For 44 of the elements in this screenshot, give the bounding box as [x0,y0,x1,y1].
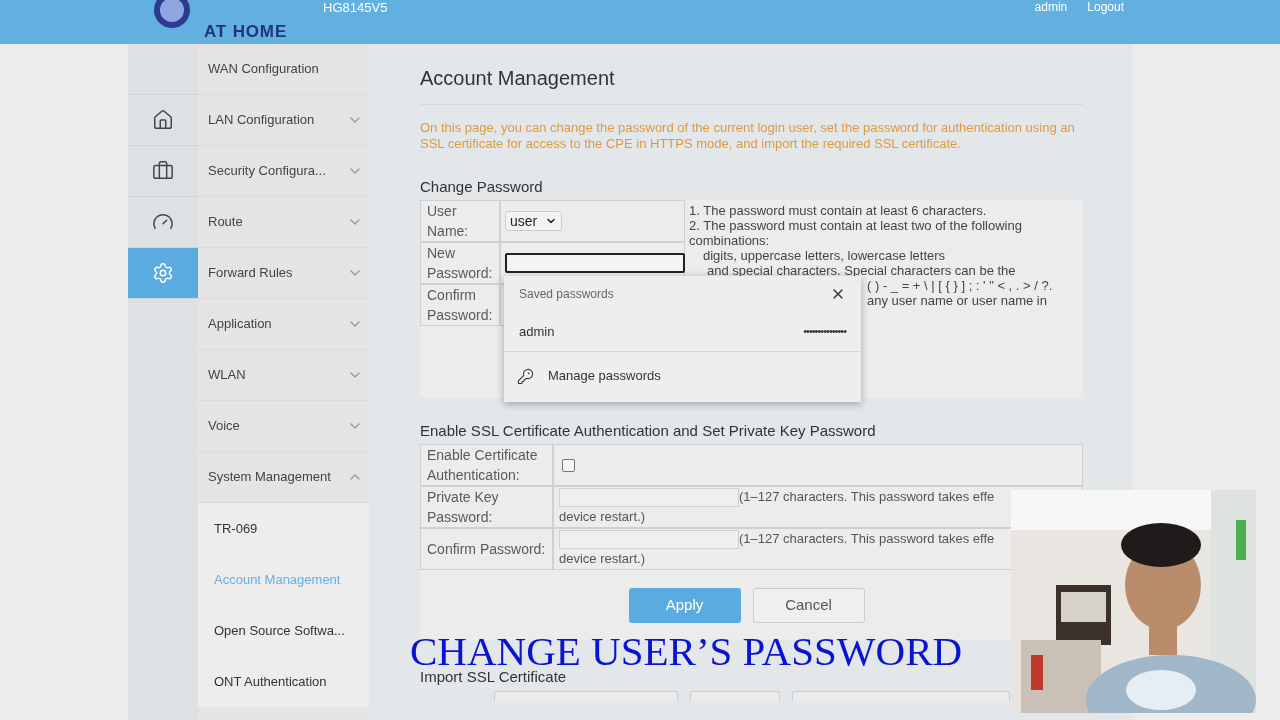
key-icon [517,367,534,385]
brand-text: AT HOME [204,22,288,42]
globe-logo-icon [152,0,192,30]
user-select[interactable]: user [505,211,563,231]
new-password-field[interactable] [505,253,685,273]
field-label: Confirm Password: [420,284,500,326]
rule-text: 1. The password must contain at least 6 characters. [689,204,987,218]
field-note: (1–127 characters. This password takes effe [739,488,995,506]
section-heading: Enable SSL Certificate Authentication and Set Private Key Password [420,422,877,440]
rule-text: 2. The password must contain at least two of the following [689,219,1022,233]
file-field[interactable] [494,691,678,701]
popup-title: Saved passwords [519,286,614,303]
nav-subitem[interactable]: TR-069 [198,503,369,554]
password-field[interactable] [559,529,739,549]
password-field[interactable] [559,487,739,507]
field-label: New Password: [420,242,500,284]
import-button[interactable] [792,691,1010,701]
section-heading: Change Password [420,178,544,196]
user-name: admin [1034,0,1068,14]
checkbox[interactable] [562,458,575,472]
page-description: On this page, you can change the password of the current login user, set the password for authentication using an SSL certificate for access to the CPE in HTTPS mode, and import the required SSL certificate. [420,120,1076,152]
rule-text: any user name or user name in [867,294,1047,308]
field-label: Confirm Password: [420,528,553,570]
rule-text: combinations: [689,234,770,248]
rule-text: digits, uppercase letters, lowercase letters [702,249,946,263]
model-text: HG8145V5 [323,0,388,16]
nav-subitem[interactable]: Open Source Softwa... [198,605,369,656]
field-label: User Name: [420,200,500,242]
manage-passwords-item[interactable]: Manage passwords [504,352,861,400]
nav-subitem[interactable]: ONT Authentication [198,656,369,707]
field-note: device restart.) [559,509,645,524]
browse-button[interactable] [690,691,780,701]
home-icon [152,109,174,131]
field-note: device restart.) [559,551,645,566]
saved-password-entry[interactable]: admin ••••••••••••••• [504,312,861,352]
page-title: Account Management [420,66,616,90]
settings-icon [152,262,174,284]
rule-text: ( ) - _ = + \ | [ { } ] ; : ' " < , . > / ?. [867,279,1053,293]
rule-text: and special characters. Special characters can be the [706,264,1016,278]
field-note: (1–127 characters. This password takes effe [739,530,995,548]
cancel-button[interactable]: Cancel [752,587,865,623]
field-label: Private Key Password: [420,486,553,528]
section-heading: Import SSL Certificate [420,668,568,686]
field-label: Enable Certificate Authentication: [420,444,553,486]
